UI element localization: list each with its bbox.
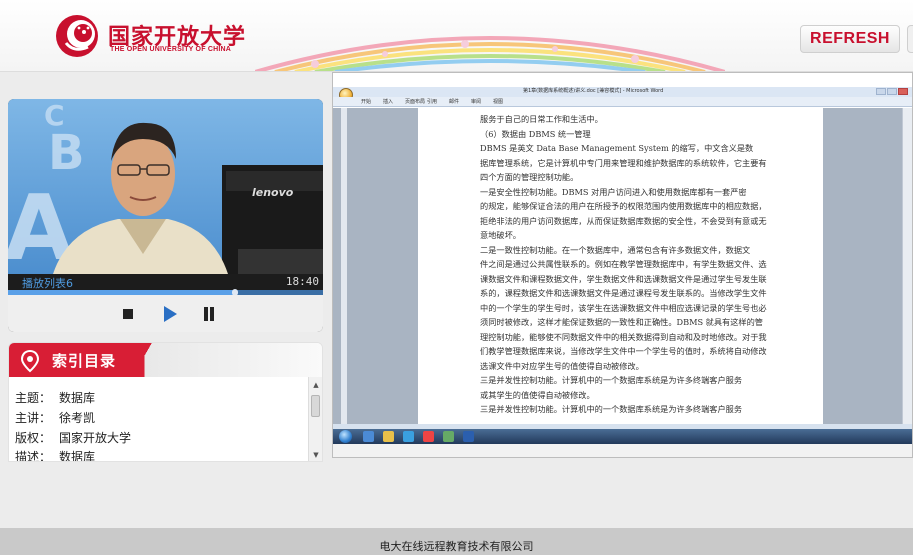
document-line: 件之间是通过公共属性联系的。例如在教学管理数据库中，有学生数据文件、选 [480, 259, 767, 269]
folder-icon[interactable] [383, 431, 394, 442]
video-time: 18:40 [285, 275, 319, 288]
meta-value: 数据库 [59, 391, 96, 405]
lecture-video-frame[interactable]: A B C lenovo [8, 99, 323, 274]
maximize-icon[interactable] [887, 88, 897, 95]
ribbon-tab[interactable]: 邮件 [449, 98, 459, 105]
document-line: 一是安全性控制功能。DBMS 对用户访问进入和使用数据库都有一套严密 [480, 186, 747, 197]
svg-text:lenovo: lenovo [252, 186, 294, 199]
extra-header-button[interactable] [907, 25, 913, 53]
ribbon-tab[interactable]: 引用 [427, 98, 437, 105]
document-line: 中的一个学生的学生号时，该学生在选课数据文件中相应选课记录的学生号也必 [480, 302, 767, 313]
document-line: 二是一致性控制功能。在一个数据库中，通常包含有许多数据文件，数据文 [480, 244, 751, 255]
document-line: 或其学生的值使得自动被修改。 [480, 389, 595, 400]
university-logo-icon [56, 15, 98, 57]
scroll-thumb[interactable] [311, 395, 320, 417]
pause-icon[interactable] [199, 304, 219, 324]
taskbar-clock [904, 430, 906, 436]
play-icon[interactable] [160, 304, 180, 324]
document-line: 须同时被修改，这样才能保证数据的一致性和正确性。DBMS 就具有这样的管 [480, 317, 763, 327]
ribbon-tab[interactable]: 视图 [493, 98, 503, 105]
refresh-button[interactable]: REFRESH [800, 25, 900, 53]
vertical-ruler [341, 108, 347, 424]
index-scrollbar[interactable]: ▲ ▼ [308, 377, 322, 461]
document-line: DBMS 是英文 Data Base Management System 的缩写… [480, 143, 754, 153]
start-button-icon[interactable] [339, 430, 352, 443]
media-icon[interactable] [403, 431, 414, 442]
document-line: 们教学管理数据库来说，当修改学生文件中一个学生号的值时，系统将自动修改 [480, 346, 767, 356]
ie-icon[interactable] [363, 431, 374, 442]
index-title: 索引目录 [52, 352, 117, 370]
document-line: 三是并发性控制功能。计算机中的一个数据库系统是为许多终端客户服务 [480, 404, 743, 414]
document-line: （6）数据由 DBMS 统一管理 [480, 128, 591, 139]
meta-value: 数据库 [59, 450, 96, 462]
ribbon-tab[interactable]: 开始 [361, 98, 371, 105]
document-line: 意地破坏。 [480, 230, 521, 240]
location-pin-icon [20, 349, 40, 373]
document-line: 三是并发性控制功能。计算机中的一个数据库系统是为许多终端客户服务 [480, 375, 743, 385]
close-icon[interactable] [898, 88, 908, 95]
meta-key: 版权： [15, 431, 52, 445]
word-window-title: 第1章(数据库系统概述)讲义.doc [兼容模式] - Microsoft Wo… [523, 88, 664, 94]
document-line: 服务于自己的日常工作和生活中。 [480, 114, 603, 124]
document-line: 据库管理系统，它是计算机中专门用来管理和维护数据库的系统软件，它主要有 [480, 157, 767, 168]
document-line: 系的，课程数据文件和选课数据文件是通过课程号发生联系的。当修改学生文件 [480, 288, 767, 298]
svg-text:C: C [44, 99, 65, 132]
document-page: 服务于自己的日常工作和生活中。 （6）数据由 DBMS 统一管理 DBMS 是英文 … [418, 108, 823, 424]
stop-icon[interactable] [118, 304, 138, 324]
scroll-up-icon[interactable]: ▲ [310, 379, 322, 391]
minimize-icon[interactable] [876, 88, 886, 95]
brand-name-en: THE OPEN UNIVERSITY OF CHINA [110, 46, 231, 53]
document-line: 的规定，能够保证合法的用户在所授予的权限范围内使用数据库中的相应数据， [480, 201, 767, 211]
browser-icon[interactable] [423, 431, 434, 442]
windows-taskbar [333, 429, 912, 444]
playlist-bar[interactable]: 播放列表6 18:40 [8, 274, 323, 290]
document-line: 选课文件中对应学生号的值使得自动被修改。 [480, 360, 644, 371]
meta-row-topic: 主题： 数据库 [15, 389, 95, 406]
decorative-rainbow-icon [255, 36, 725, 71]
meta-key: 主讲： [15, 411, 52, 425]
site-header: 国家开放大学 THE OPEN UNIVERSITY OF CHINA REFR… [0, 0, 913, 72]
document-scrollbar[interactable] [902, 108, 912, 424]
meta-row-lecturer: 主讲： 徐考凯 [15, 409, 95, 426]
index-panel: 索引目录 主题： 数据库 主讲： 徐考凯 版权： 国家开放大学 描述： 数据库 ▲ ▼ [8, 342, 323, 462]
scroll-down-icon[interactable]: ▼ [310, 449, 322, 461]
document-line: 理控制功能，能够使不同数据文件中的相关数据得到自动和及时地修改。对于我 [480, 331, 767, 342]
meta-key: 主题： [15, 391, 52, 405]
svg-text:B: B [48, 125, 85, 181]
site-footer: 电大在线远程教育技术有限公司 [0, 528, 913, 555]
footer-company: 电大在线远程教育技术有限公司 [379, 540, 534, 553]
word-task-icon[interactable] [463, 431, 474, 442]
playlist-title[interactable]: 播放列表6 [22, 275, 73, 291]
meta-value: 国家开放大学 [59, 431, 132, 445]
video-player[interactable]: A B C lenovo 播放列表6 18:40 [8, 99, 323, 332]
meta-key: 描述： [15, 450, 52, 462]
document-line: 拒绝非法的用户访问数据库，从而保证数据库数据的安全性，不会受到有意或无 [480, 215, 767, 226]
document-line: 四个方面的管理控制功能。 [480, 172, 579, 182]
ribbon-tab[interactable]: 审阅 [471, 98, 481, 105]
document-viewer[interactable]: 第1章(数据库系统概述)讲义.doc [兼容模式] - Microsoft Wo… [332, 72, 913, 458]
ribbon-tab[interactable]: 插入 [383, 98, 393, 105]
word-title-bar: 第1章(数据库系统概述)讲义.doc [兼容模式] - Microsoft Wo… [333, 87, 912, 97]
video-controls [8, 295, 323, 332]
meta-row-description: 描述： 数据库 [15, 448, 96, 462]
meta-row-copyright: 版权： 国家开放大学 [15, 429, 131, 446]
word-ribbon: 开始 插入 页面布局 引用 邮件 审阅 视图 [333, 97, 912, 107]
ribbon-tab[interactable]: 页面布局 [405, 98, 425, 105]
meta-value: 徐考凯 [59, 411, 96, 425]
document-line: 课数据文件和课程数据文件，学生数据文件和选课数据文件是通过学生号发生联 [480, 273, 767, 284]
app-icon[interactable] [443, 431, 454, 442]
